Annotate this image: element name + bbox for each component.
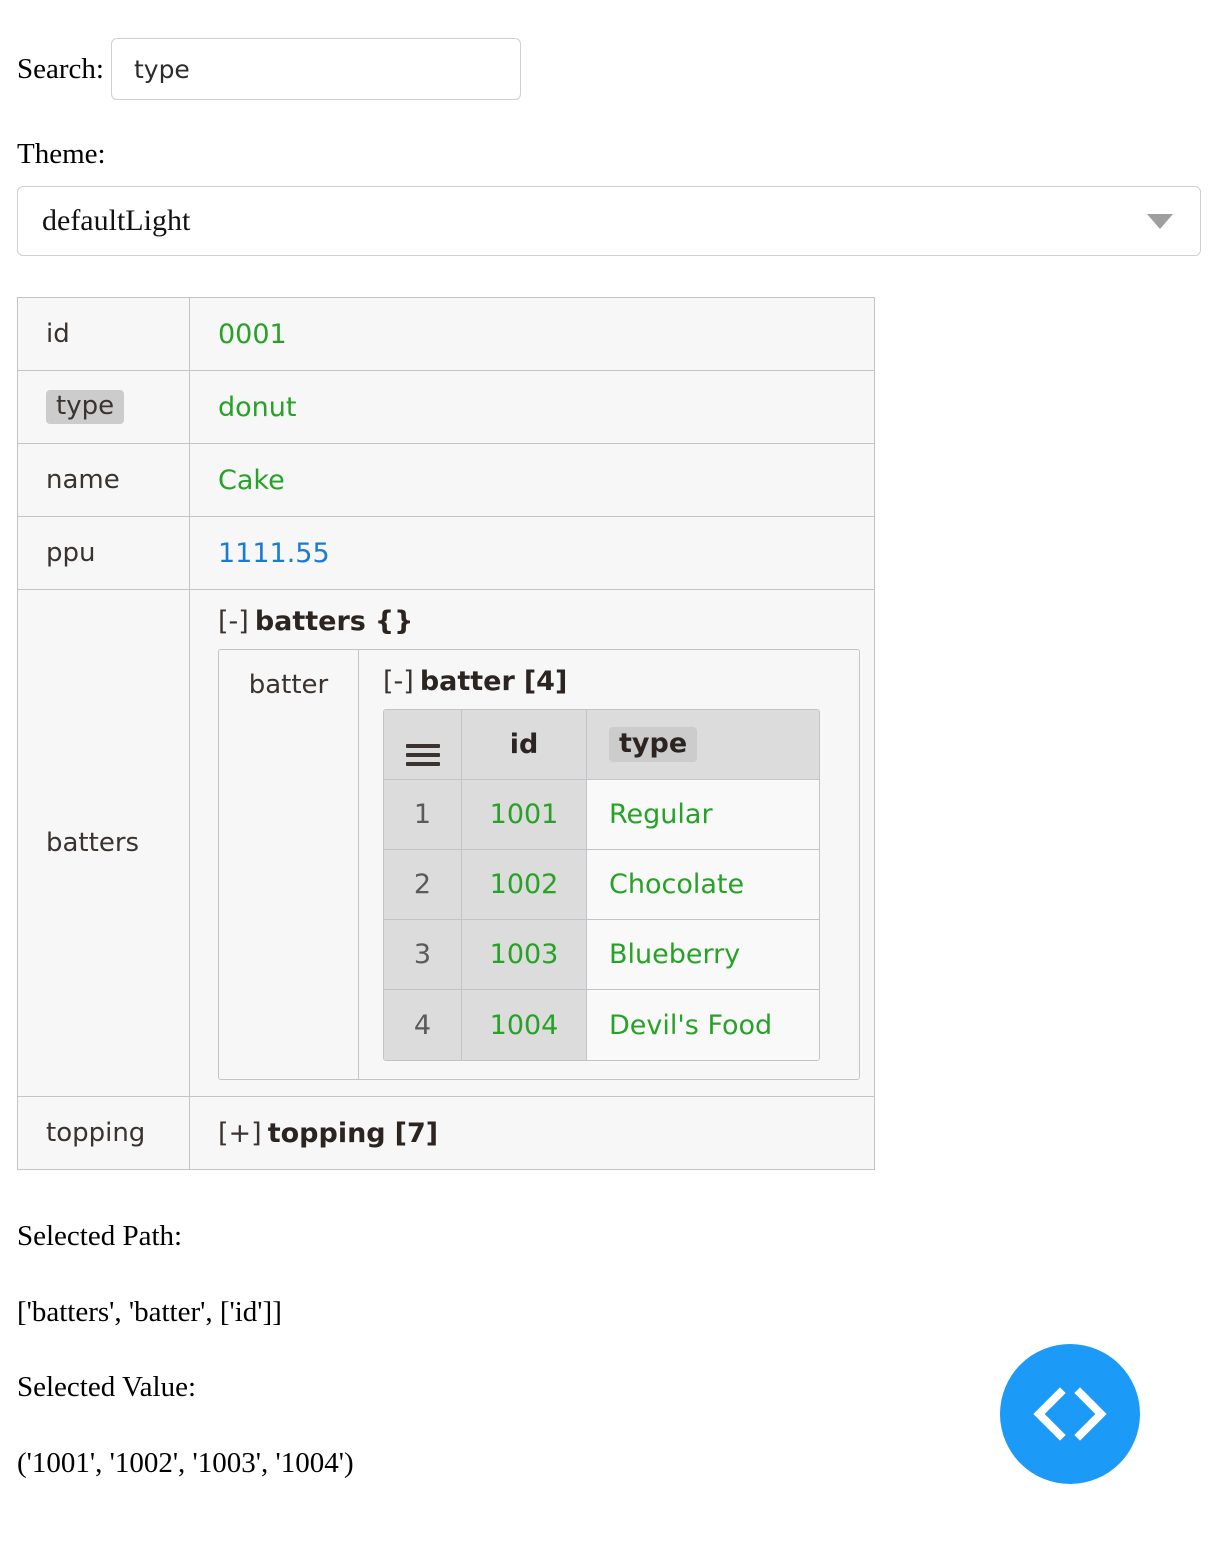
table-row[interactable]: type donut	[18, 371, 874, 444]
row-index-cell: 3	[384, 920, 462, 990]
cell-type[interactable]: Blueberry	[587, 920, 819, 990]
json-key-cell[interactable]: name	[18, 444, 190, 516]
cell-value: 1004	[490, 1010, 559, 1041]
selected-path-label: Selected Path:	[17, 1222, 182, 1251]
search-match-highlight: type	[46, 390, 124, 424]
search-match-highlight: type	[609, 727, 697, 762]
table-row[interactable]: 3 1003 Blueberry	[384, 920, 819, 990]
table-row[interactable]: name Cake	[18, 444, 874, 517]
branch-name: batters	[255, 606, 366, 637]
table-row-topping[interactable]: topping [+] topping [7]	[18, 1097, 874, 1169]
cell-value: Devil's Food	[609, 1010, 772, 1041]
json-branch-batters: [-] batters {} batter [-] batter [4]	[190, 590, 874, 1096]
branch-meta: [7]	[395, 1118, 438, 1149]
cell-value: 1001	[490, 799, 559, 830]
row-index-header[interactable]	[384, 710, 462, 780]
table-row-batters[interactable]: batters [-] batters {} batter [-] batter…	[18, 590, 874, 1097]
cell-id[interactable]: 1001	[462, 780, 587, 850]
json-key-cell[interactable]: batter	[219, 650, 359, 1079]
selected-path-value: ['batters', 'batter', ['id']]	[17, 1298, 282, 1327]
nested-branch-batter: [-] batter [4]	[359, 650, 859, 1079]
search-input[interactable]	[111, 38, 521, 100]
json-key-label: id	[46, 319, 70, 349]
row-index-label: 1	[414, 799, 431, 830]
cell-id[interactable]: 1002	[462, 850, 587, 920]
cell-value: 1002	[490, 869, 559, 900]
row-index-cell: 4	[384, 990, 462, 1060]
json-key-label: batters	[46, 828, 139, 858]
search-row: Search:	[17, 38, 521, 100]
branch-header: [-] batter [4]	[383, 666, 845, 697]
json-value-label: donut	[218, 392, 296, 423]
json-key-cell[interactable]: ppu	[18, 517, 190, 589]
branch-meta: [4]	[524, 666, 567, 697]
json-value-cell[interactable]: 0001	[190, 298, 874, 370]
cell-type[interactable]: Devil's Food	[587, 990, 819, 1060]
branch-name: batter	[420, 666, 515, 697]
branch-header: [-] batters {}	[218, 606, 860, 637]
json-branch-topping: [+] topping [7]	[190, 1097, 874, 1169]
table-row[interactable]: 4 1004 Devil's Food	[384, 990, 819, 1060]
selected-value-label: Selected Value:	[17, 1373, 196, 1402]
json-value-cell[interactable]: donut	[190, 371, 874, 443]
code-view-fab-button[interactable]	[1000, 1344, 1140, 1484]
json-key-label: ppu	[46, 538, 96, 568]
json-key-cell[interactable]: id	[18, 298, 190, 370]
branch-name: topping	[268, 1118, 386, 1149]
json-key-cell[interactable]: batters	[18, 590, 190, 1096]
row-index-label: 3	[414, 939, 431, 970]
json-key-cell[interactable]: topping	[18, 1097, 190, 1169]
json-value-label: 1111.55	[218, 538, 330, 569]
nested-object-table: batter [-] batter [4]	[218, 649, 860, 1080]
chevron-down-icon	[1147, 214, 1173, 229]
cell-value: Regular	[609, 799, 713, 830]
cell-id[interactable]: 1004	[462, 990, 587, 1060]
table-header-row: id type	[384, 710, 819, 780]
json-key-label: batter	[249, 670, 329, 700]
json-value-label: Cake	[218, 465, 285, 496]
row-index-cell: 1	[384, 780, 462, 850]
column-header-type[interactable]: type	[587, 710, 819, 780]
hamburger-icon[interactable]	[406, 744, 440, 766]
batter-array-table: id type 1 1001 Regular	[383, 709, 820, 1061]
branch-meta: {}	[375, 606, 413, 637]
row-index-label: 2	[414, 869, 431, 900]
code-icon	[1027, 1371, 1113, 1457]
column-header-id[interactable]: id	[462, 710, 587, 780]
theme-selected-value: defaultLight	[18, 204, 1147, 238]
cell-type[interactable]: Regular	[587, 780, 819, 850]
selected-value-value: ('1001', '1002', '1003', '1004')	[17, 1449, 354, 1478]
json-key-label: name	[46, 465, 120, 495]
cell-value: Blueberry	[609, 939, 740, 970]
json-key-label: topping	[46, 1118, 145, 1148]
json-value-label: 0001	[218, 319, 287, 350]
table-row[interactable]: 2 1002 Chocolate	[384, 850, 819, 920]
search-label: Search:	[17, 55, 104, 84]
table-row[interactable]: ppu 1111.55	[18, 517, 874, 590]
json-value-cell[interactable]: 1111.55	[190, 517, 874, 589]
branch-header: [+] topping [7]	[218, 1118, 438, 1149]
table-row[interactable]: 1 1001 Regular	[384, 780, 819, 850]
json-key-cell[interactable]: type	[18, 371, 190, 443]
cell-type[interactable]: Chocolate	[587, 850, 819, 920]
theme-select[interactable]: defaultLight	[17, 186, 1201, 256]
row-index-cell: 2	[384, 850, 462, 920]
expand-toggle-topping[interactable]: [+]	[218, 1118, 262, 1149]
cell-id[interactable]: 1003	[462, 920, 587, 990]
cell-value: 1003	[490, 939, 559, 970]
json-viewer-table: id 0001 type donut name Cake ppu 1111.55	[17, 297, 875, 1170]
theme-label: Theme:	[17, 140, 106, 169]
column-header-label: id	[510, 729, 539, 760]
collapse-toggle-batters[interactable]: [-]	[218, 606, 249, 637]
json-value-cell[interactable]: Cake	[190, 444, 874, 516]
row-index-label: 4	[414, 1010, 431, 1041]
table-row[interactable]: id 0001	[18, 298, 874, 371]
collapse-toggle-batter[interactable]: [-]	[383, 666, 414, 697]
cell-value: Chocolate	[609, 869, 744, 900]
